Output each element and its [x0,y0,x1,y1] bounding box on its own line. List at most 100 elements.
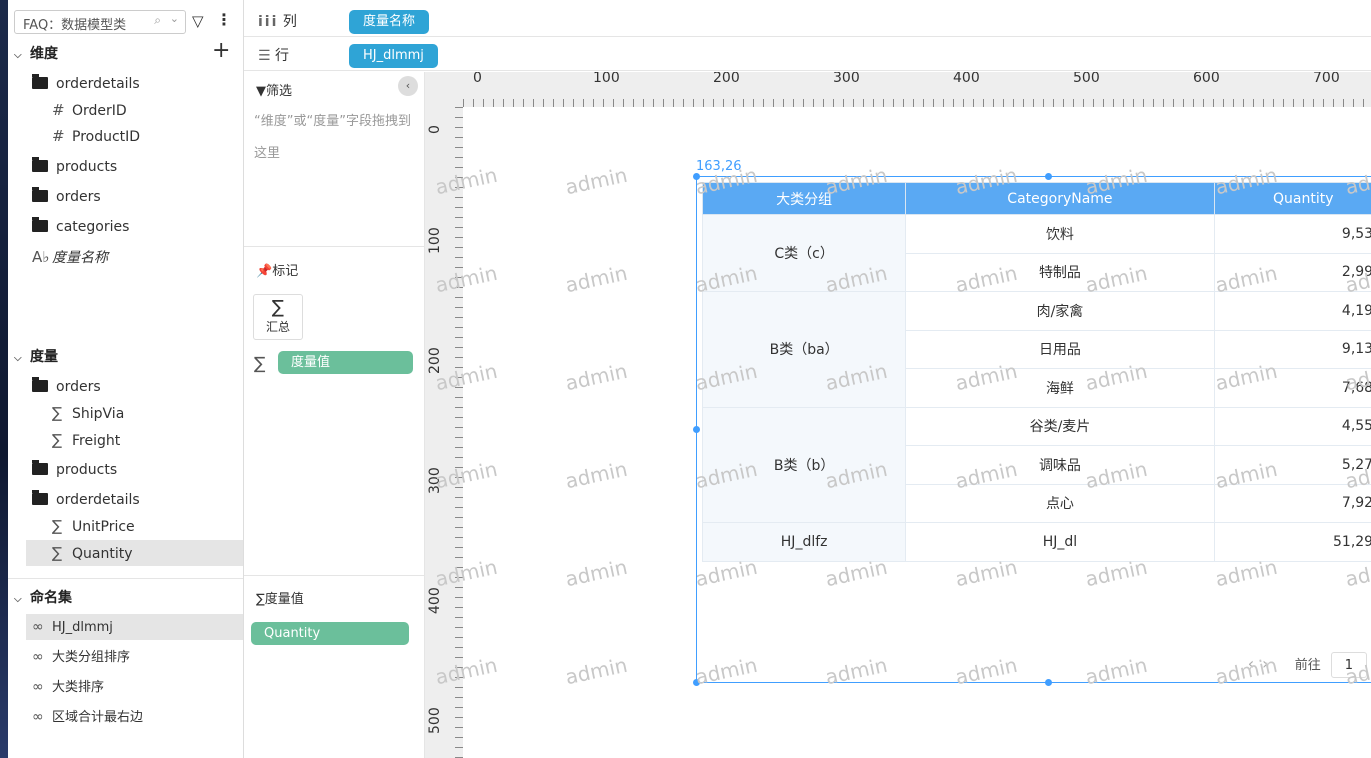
ruler-tick [483,99,484,107]
dimension-item[interactable]: # OrderID [52,97,127,123]
ruler-tick [455,497,463,498]
table-row[interactable]: C类（c）饮料9,534 [701,214,1371,292]
ruler-tick [763,99,764,107]
measure-item[interactable]: ∑ Quantity [26,540,243,566]
filter-drop-hint[interactable]: “维度”或“度量”字段拖拽到这里 [254,106,414,170]
named-set-item[interactable]: ∞ 大类分组排序 [32,644,130,670]
ruler-tick [455,717,463,718]
columns-icon: iii [258,14,279,30]
rows-pill[interactable]: HJ_dlmmj [349,44,438,68]
more-icon[interactable]: ⋮ [216,10,232,29]
dimension-item[interactable]: orderdetails [32,71,140,97]
sigma-icon: ∑ [52,431,63,449]
measures-header[interactable]: ⌵ 度量 [14,346,58,366]
category-cell: 特制品 [905,252,1215,292]
chevron-down-icon: ⌵ [14,353,22,364]
ruler-tick [1003,99,1004,107]
measure-item[interactable]: ∑ ShipVia [52,400,124,426]
table-row[interactable]: HJ_dlfzHJ_dl51,292 [701,522,1371,562]
table-header-cell[interactable]: Quantity [1213,182,1371,215]
folder-icon [32,74,48,89]
named-set-item[interactable]: ∞ 区域合计最右边 [32,704,143,730]
ruler-tick [723,99,724,107]
ruler-tick [455,607,463,608]
watermark-text: admin [563,652,630,690]
ruler-tick [1053,99,1054,107]
ruler-tick [1173,99,1174,107]
ruler-tick [913,99,914,107]
page-input[interactable]: 1 [1330,652,1367,678]
named-sets-header[interactable]: ⌵ 命名集 [14,587,72,607]
ruler-label: 500 [427,707,443,734]
ruler-tick [455,677,463,678]
report-page[interactable]: 163,26 大类分组 CategoryName Quantity C类（c） 饮料 9… [433,107,1371,758]
measure-item[interactable]: orders [32,374,101,400]
rows-shelf[interactable]: ☰ 行 HJ_dlmmj [244,37,1371,71]
ruler-tick [523,99,524,107]
category-cell: 谷类/麦片 [905,406,1215,446]
ruler-tick [593,99,594,107]
ruler-tick [773,99,774,107]
ruler-tick [455,337,463,338]
collapse-icon[interactable]: ‹ [398,76,418,96]
ruler-tick [1153,99,1154,107]
ruler-tick [1363,99,1364,107]
dimension-item[interactable]: orders [32,184,101,210]
design-canvas[interactable]: 0 100 200 300 400 500 600 700 0 100 200 300 400 500 … [425,72,1371,758]
table-header-cell[interactable]: 大类分组 [701,182,907,215]
ruler-tick [455,457,463,458]
quantity-pill[interactable]: Quantity [251,622,409,645]
ruler-label: 500 [1073,72,1100,86]
measure-item[interactable]: ∑ UnitPrice [52,513,135,539]
dimension-item[interactable]: # ProductID [52,123,140,149]
ruler-tick [455,517,463,518]
resize-handle[interactable] [1045,173,1052,180]
dimension-item[interactable]: categories [32,214,129,240]
table-row[interactable]: B类（ba）肉/家禽4,199 [701,291,1371,408]
dimension-item[interactable]: products [32,154,117,180]
search-input[interactable]: FAQ：数据模型类 ⌕ ⌄ [14,10,186,34]
ruler-tick [673,99,674,107]
resize-handle[interactable] [693,679,700,686]
table-row[interactable]: B类（b）谷类/麦片4,553 [701,406,1371,523]
named-set-item[interactable]: ∞ 大类排序 [32,674,104,700]
pivot-table[interactable]: 大类分组CategoryNameQuantity C类（c）饮料9,534特制品… [701,182,1371,562]
chevron-down-icon: ⌵ [14,50,22,61]
ruler-label: 100 [593,72,620,86]
columns-shelf[interactable]: iii 列 度量名称 [244,3,1371,37]
ruler-tick [455,577,463,578]
resize-handle[interactable] [693,173,700,180]
ruler-tick [533,99,534,107]
ruler-tick [1353,99,1354,107]
page-nav-icons[interactable]: ‹› [1248,654,1277,673]
table-header-cell[interactable]: CategoryName [905,182,1215,215]
ruler-tick [1063,99,1064,107]
ruler-tick [455,587,463,588]
ruler-tick [455,217,463,218]
chevron-down-icon[interactable]: ⌄ [170,12,179,25]
dimensions-header[interactable]: ⌵ 维度 [14,43,58,63]
named-set-item[interactable]: ∞ HJ_dlmmj [26,614,243,640]
add-icon[interactable]: + [212,38,230,63]
resize-handle[interactable] [1045,679,1052,686]
measure-item[interactable]: ∑ Freight [52,427,120,453]
filter-icon[interactable]: ▽ [192,12,204,30]
dimension-item[interactable]: A♭ 度量名称 [32,244,108,270]
ruler-tick [455,347,463,348]
table-widget[interactable]: 大类分组CategoryNameQuantity C类（c）饮料9,534特制品… [693,173,1371,686]
dimension-item-label: orders [56,189,101,205]
columns-pill[interactable]: 度量名称 [349,10,430,34]
measure-item[interactable]: products [32,457,117,483]
measure-values-pill[interactable]: 度量值 [278,351,413,374]
hash-icon: # [52,127,65,145]
measure-item[interactable]: orderdetails [32,487,140,513]
ruler-tick [743,99,744,107]
search-icon[interactable]: ⌕ [154,13,161,28]
resize-handle[interactable] [693,426,700,433]
ruler-label: 200 [713,72,740,86]
ruler-tick [455,707,463,708]
ruler-tick [1323,99,1324,107]
ruler-tick [543,99,544,107]
hash-icon: # [52,101,65,119]
summary-button[interactable]: ∑ 汇总 [253,294,303,340]
